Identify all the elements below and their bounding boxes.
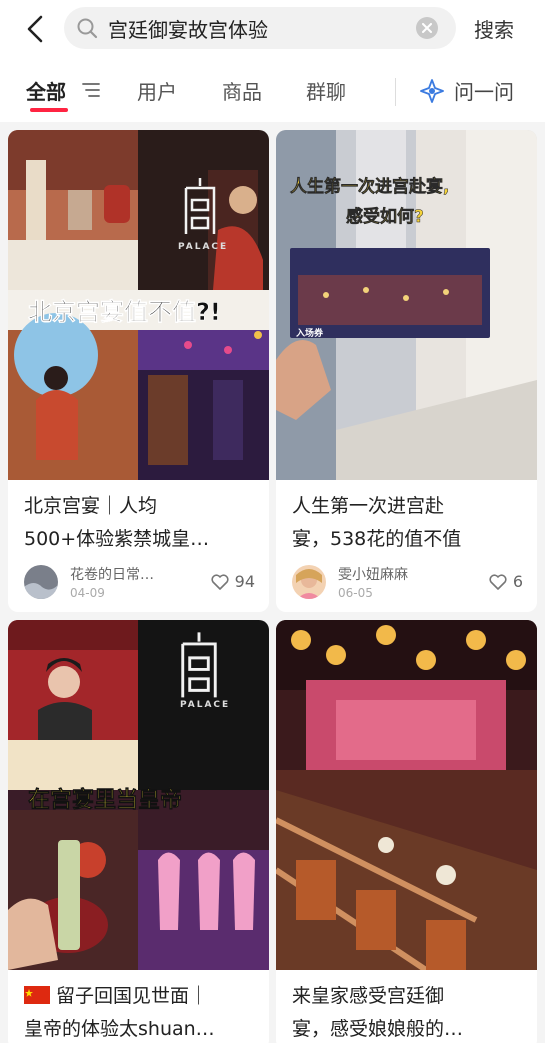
back-arrow-icon: [27, 15, 43, 43]
post-card[interactable]: 北京宫宴值不值?! PALACE 北京宫宴｜人均 500+体验紫禁城皇… 花卷的…: [8, 130, 269, 612]
cover-headline: 北京宫宴值不值?!: [28, 298, 221, 327]
palace-logo-text: PALACE: [178, 242, 229, 252]
post-card[interactable]: 来皇家感受宫廷御 宴，感受娘娘般的…: [276, 620, 537, 1043]
like-button[interactable]: 94: [211, 572, 255, 591]
post-cover-image: [276, 620, 537, 970]
tab-group-chats[interactable]: 群聊: [306, 76, 346, 105]
like-button[interactable]: 6: [489, 572, 523, 591]
avatar: [24, 565, 58, 599]
top-bar: 搜索: [0, 0, 545, 58]
author-name: 雯小妞麻麻: [338, 567, 408, 583]
post-title: 北京宫宴｜人均 500+体验紫禁城皇…: [24, 495, 210, 550]
ask-button[interactable]: 问一问: [420, 76, 514, 105]
palace-logo-icon: [181, 632, 217, 698]
search-input[interactable]: [108, 7, 408, 49]
search-button[interactable]: 搜索: [474, 14, 514, 43]
post-author[interactable]: 花卷的日常… 04-09: [24, 564, 154, 600]
cover-headline: 在宫宴里当皇帝: [28, 788, 183, 814]
ai-sparkle-icon: [420, 78, 444, 103]
clear-button[interactable]: [416, 17, 438, 39]
tab-users[interactable]: 用户: [137, 76, 177, 105]
author-name: 花卷的日常…: [70, 567, 154, 583]
post-cover-image: 人生第一次进宫赴宴, 感受如何? 入场券: [276, 130, 537, 480]
tab-all[interactable]: 全部: [26, 76, 66, 105]
close-icon: [422, 23, 432, 33]
like-count: 94: [234, 572, 255, 591]
filter-icon[interactable]: [82, 82, 100, 98]
post-title: 人生第一次进宫赴 宴，538花的值不值: [292, 495, 462, 550]
filter-tabs: 全部 用户 商品 群聊 问一问: [0, 58, 545, 122]
post-card[interactable]: 人生第一次进宫赴宴, 感受如何? 入场券 人生第一次进宫赴 宴，538花的值不值…: [276, 130, 537, 612]
active-tab-indicator: [30, 108, 68, 112]
post-cover-image: 在宫宴里当皇帝 PALACE: [8, 620, 269, 970]
avatar: [292, 565, 326, 599]
post-title: 来皇家感受宫廷御 宴，感受娘娘般的…: [292, 985, 464, 1040]
post-card[interactable]: 在宫宴里当皇帝 PALACE 留子回国见世面｜ 皇帝的体验太shuan…: [8, 620, 269, 1043]
post-cover-image: 北京宫宴值不值?! PALACE: [8, 130, 269, 480]
search-box[interactable]: [64, 7, 456, 49]
flag-icon: [24, 986, 50, 1004]
heart-icon: [489, 573, 507, 590]
tab-products[interactable]: 商品: [222, 76, 262, 105]
post-author[interactable]: 雯小妞麻麻 06-05: [292, 564, 408, 600]
cover-headline-line1: 人生第一次进宫赴宴,: [290, 177, 450, 198]
cover-headline-line2: 感受如何?: [346, 207, 424, 228]
tab-divider: [395, 78, 396, 106]
back-button[interactable]: [20, 14, 50, 44]
ask-label: 问一问: [454, 80, 514, 104]
post-date: 04-09: [70, 586, 105, 600]
like-count: 6: [512, 572, 523, 591]
post-date: 06-05: [338, 586, 373, 600]
ticket-label: 入场券: [296, 329, 324, 339]
heart-icon: [211, 573, 229, 590]
search-icon: [77, 18, 98, 39]
palace-logo-icon: [184, 178, 216, 234]
post-title: 留子回国见世面｜ 皇帝的体验太shuan…: [24, 985, 215, 1040]
